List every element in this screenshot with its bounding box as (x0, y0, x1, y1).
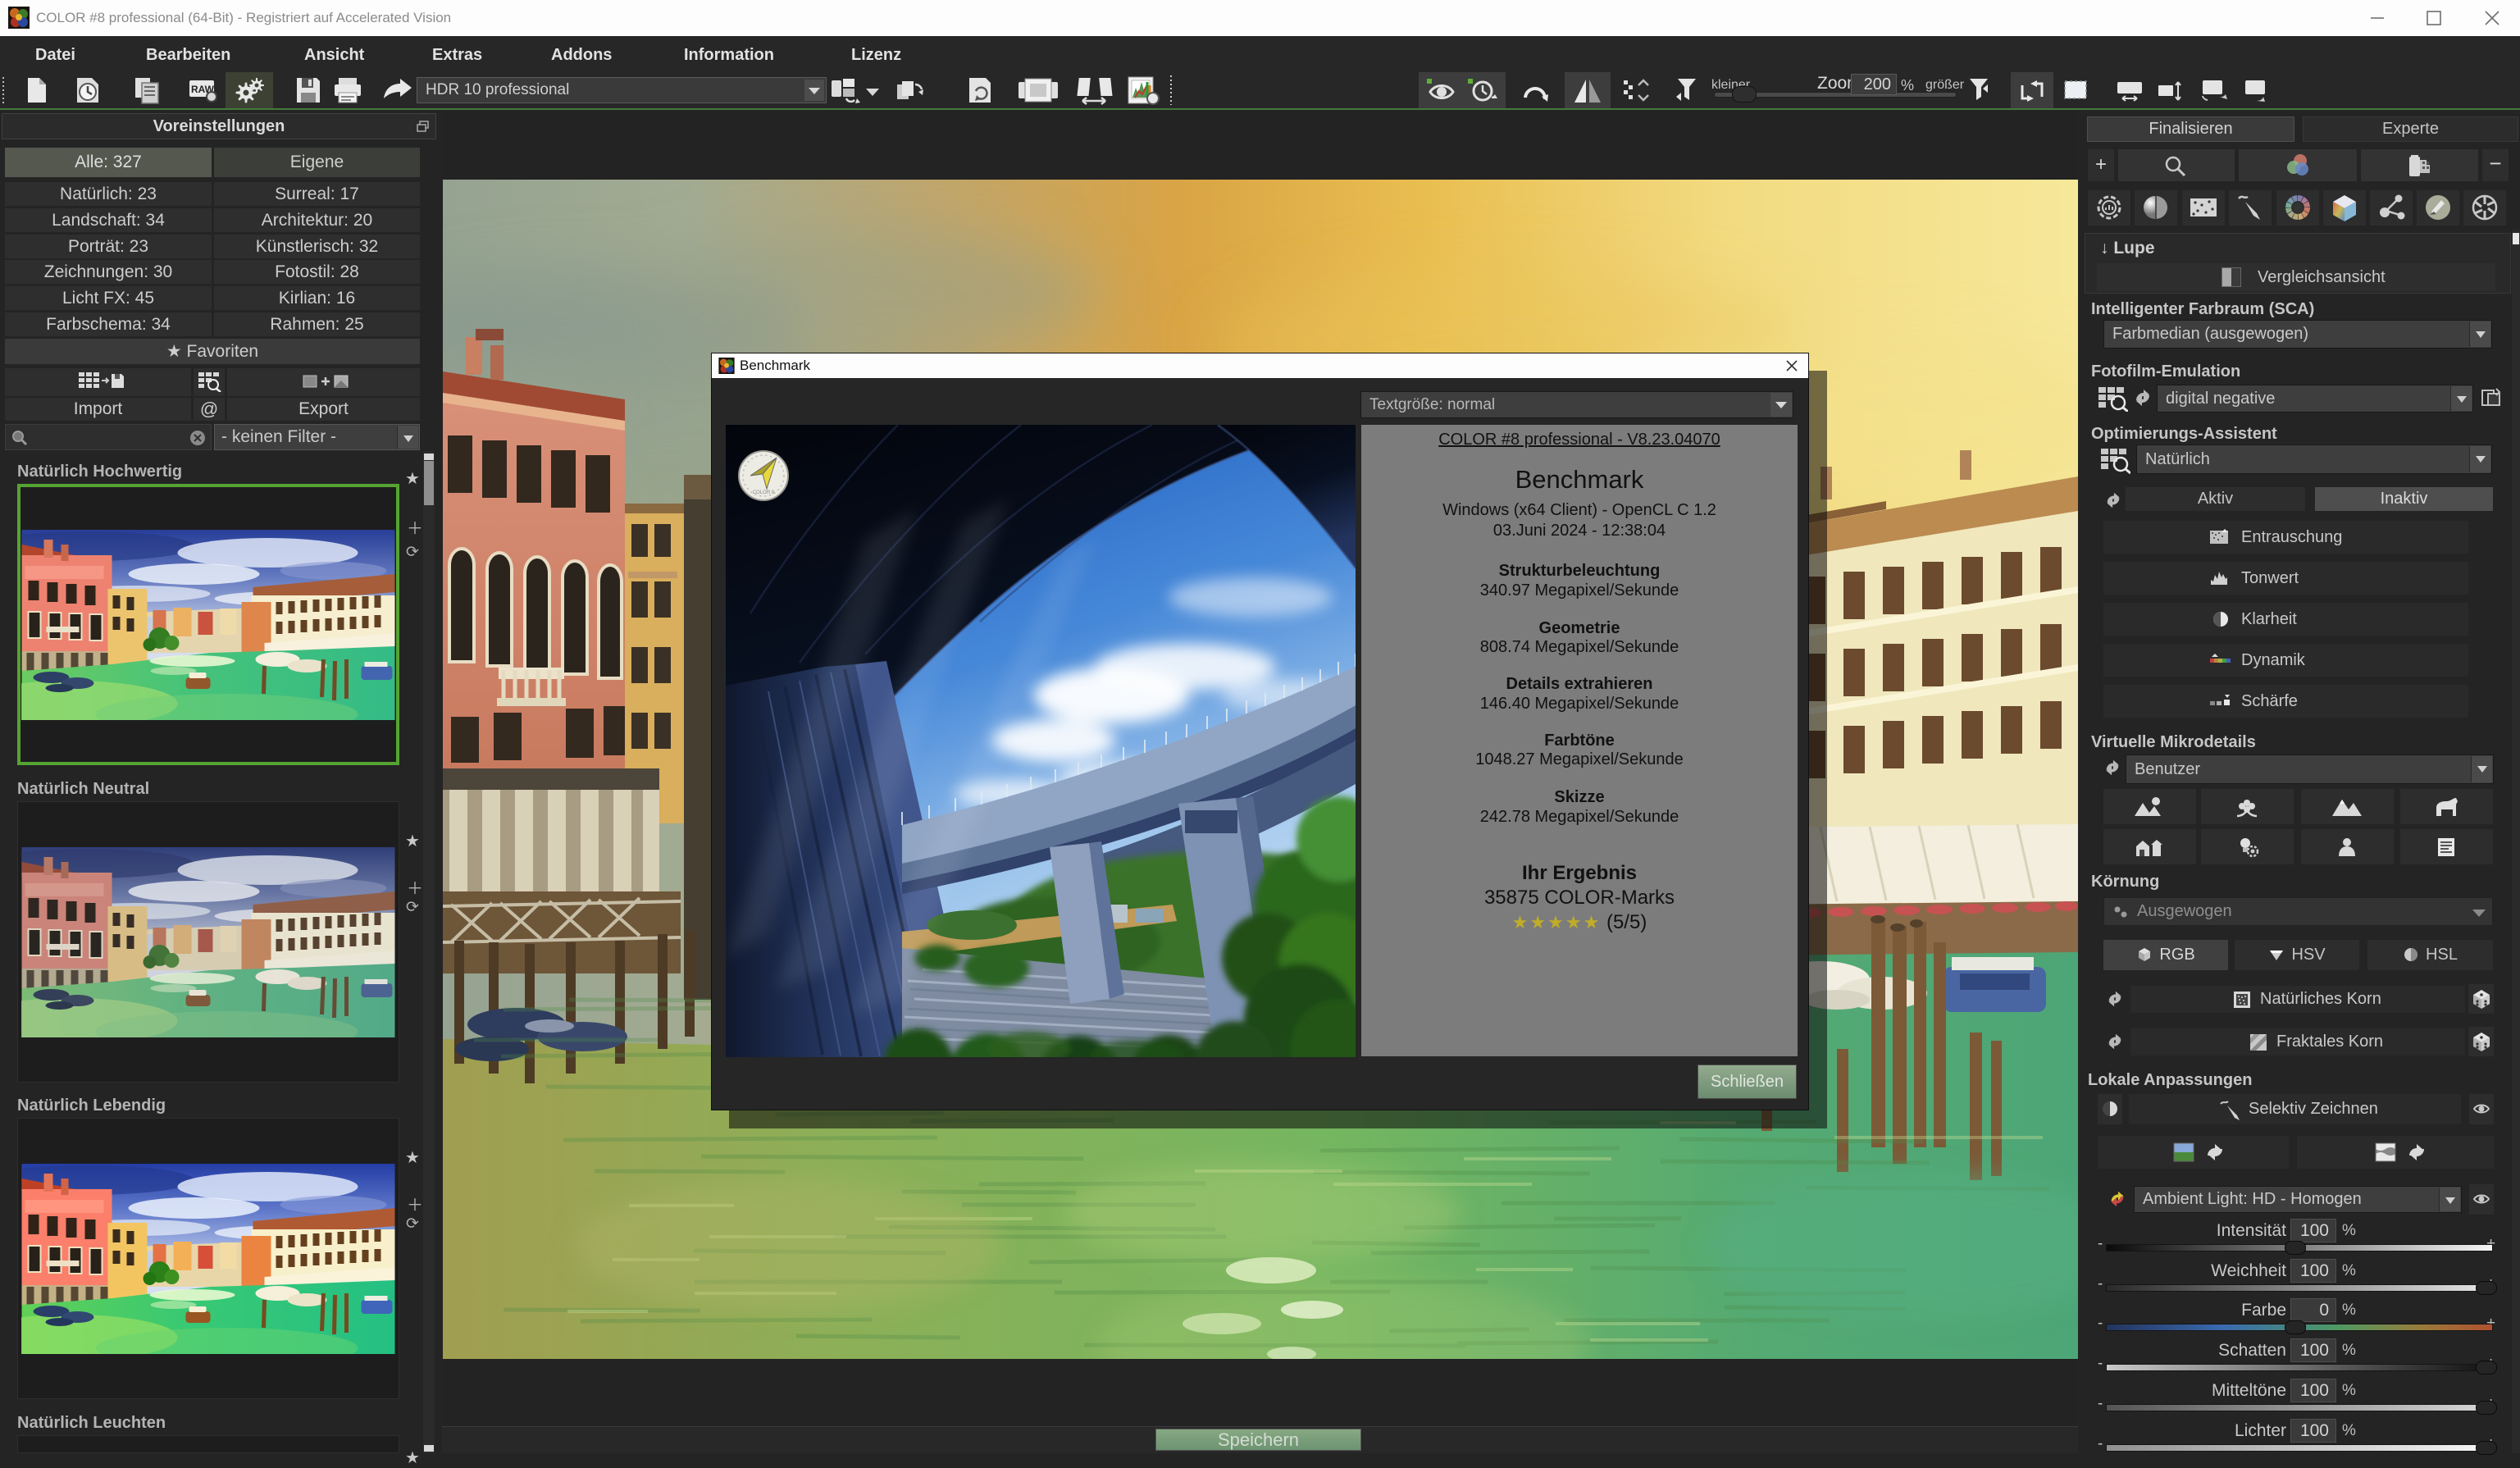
svg-text:COLOR 8: COLOR 8 (753, 490, 775, 495)
